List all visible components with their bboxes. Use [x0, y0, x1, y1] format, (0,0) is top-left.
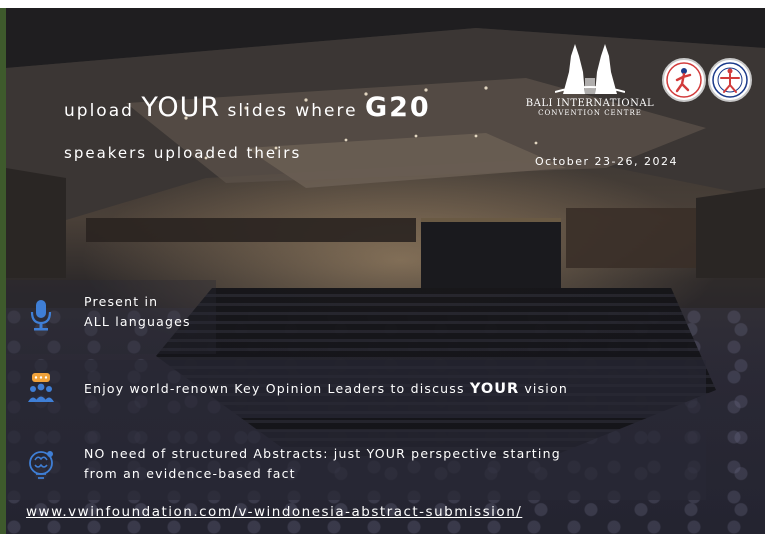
brain-lightbulb-icon	[29, 451, 53, 479]
screenshot-frame: upload YOUR slides where G20 speakers up…	[0, 0, 765, 534]
venue-logo: BALI INTERNATIONAL CONVENTION CENTRE	[514, 38, 666, 117]
headline-your: YOUR	[141, 92, 221, 123]
organization-logo-1	[662, 58, 706, 102]
organization-logo-2	[708, 58, 752, 102]
venue-name-line-1: BALI INTERNATIONAL	[525, 98, 655, 109]
feature-key-opinion-leaders: Enjoy world-renown Key Opinion Leaders t…	[6, 360, 706, 418]
vitruvian-figure-icon	[712, 62, 748, 98]
feature-languages-line-1: Present in	[84, 294, 159, 309]
stage-area	[421, 218, 561, 288]
feature-no-structured-abstracts: NO need of structured Abstracts: just YO…	[6, 430, 706, 500]
feature-abstracts-line-2: from an evidence-based fact	[84, 466, 296, 481]
feature-languages-line-2: ALL languages	[84, 314, 191, 329]
headline-text-2: slides where	[220, 101, 365, 121]
feature-kol-text: Enjoy world-renown Key Opinion Leaders t…	[84, 381, 470, 396]
feature-abstracts-line-1: NO need of structured Abstracts: just YO…	[84, 446, 561, 461]
venue-name-line-2: CONVENTION CENTRE	[538, 109, 642, 117]
feature-languages: Present in ALL languages	[6, 280, 216, 354]
headline-line-1: upload YOUR slides where G20	[64, 92, 431, 123]
bali-gate-icon	[555, 44, 625, 94]
audience-discussion-icon	[28, 373, 54, 402]
event-date: October 23-26, 2024	[535, 155, 678, 168]
headline-text: upload	[64, 101, 142, 121]
microphone-icon	[30, 300, 52, 331]
headline-g20: G20	[364, 92, 431, 123]
running-figure-icon	[666, 62, 702, 98]
feature-kol-text-2: vision	[519, 381, 568, 396]
headline-line-2: speakers uploaded theirs	[64, 144, 302, 162]
submission-link[interactable]: www.vwinfoundation.com/v-windonesia-abst…	[26, 504, 522, 520]
feature-kol-your: YOUR	[469, 381, 520, 397]
